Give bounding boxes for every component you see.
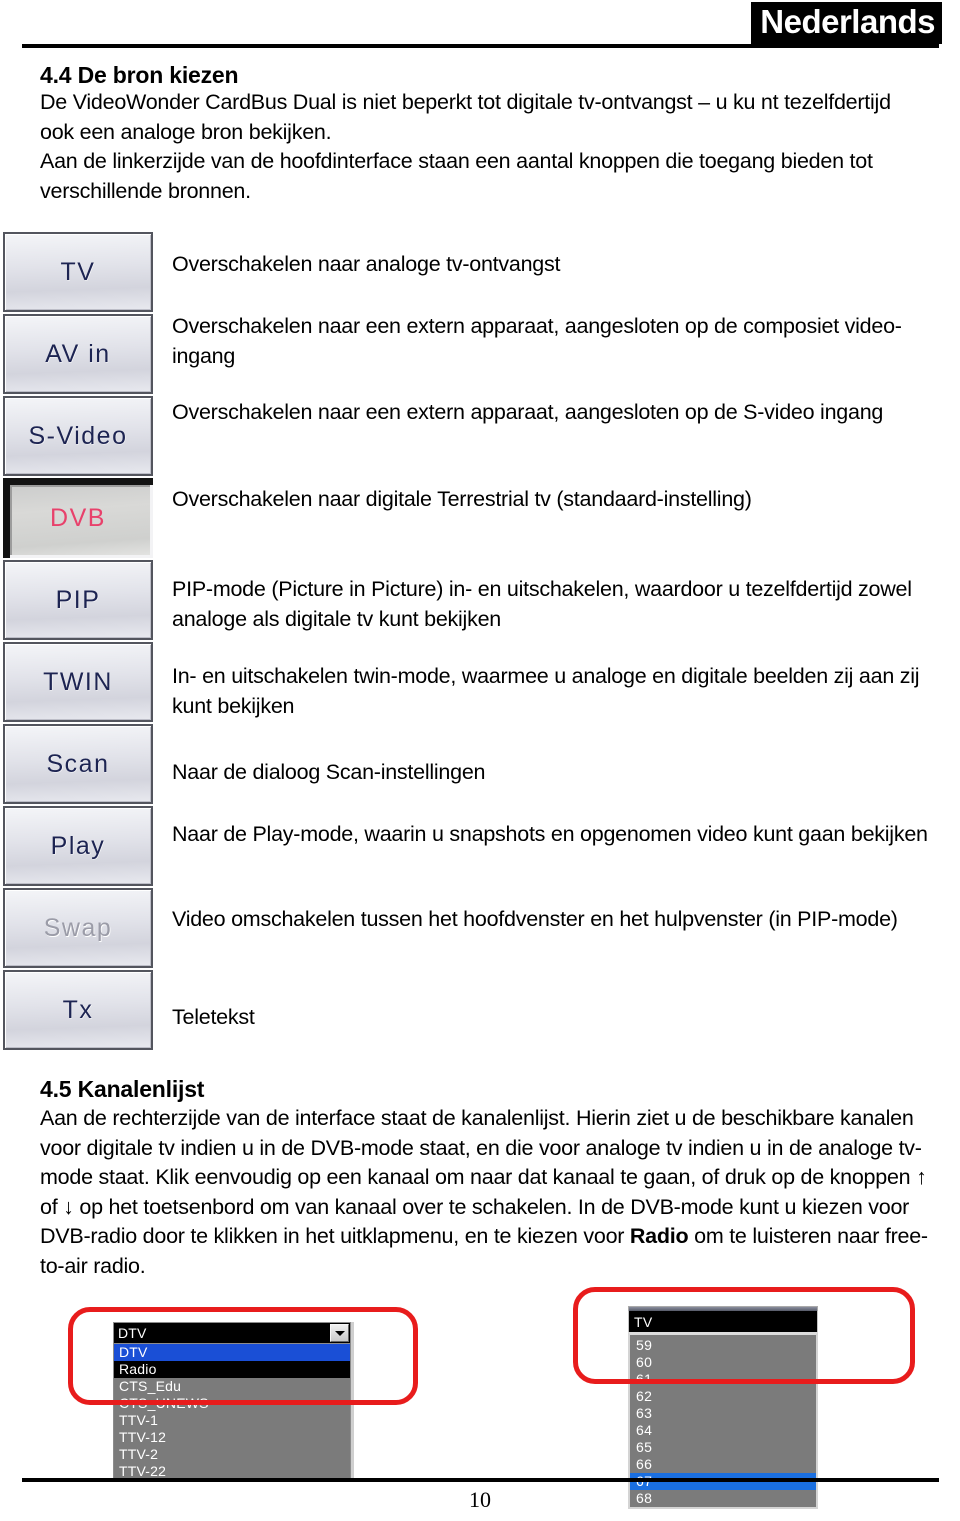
page-header: Nederlands (0, 0, 960, 56)
channel-number-list[interactable]: 59606162636465666768 (628, 1332, 818, 1509)
source-description-6: Naar de dialoog Scan-instellingen (172, 760, 486, 784)
source-description-5: In- en uitschakelen twin-mode, waarmee u… (172, 664, 920, 718)
header-divider (22, 44, 939, 48)
section-45-bold-word: Radio (629, 1224, 689, 1248)
source-button-label: PIP (55, 585, 101, 614)
source-button-tx[interactable]: Tx (3, 970, 153, 1050)
section-44-paragraph-1: De VideoWonder CardBus Dual is niet bepe… (40, 90, 891, 144)
source-button-twin[interactable]: TWIN (3, 642, 153, 722)
channel-list-item[interactable]: 60 (630, 1354, 816, 1371)
dropdown-option-list[interactable]: DTV Radio CTS_Edu CTS_UNEWS TTV-1 TTV-12 TTV-2… (113, 1344, 351, 1481)
source-description-1: Overschakelen naar een extern apparaat, … (172, 314, 902, 368)
source-button-av-in[interactable]: AV in (3, 314, 153, 394)
source-button-s-video[interactable]: S-Video (3, 396, 153, 476)
source-button-label: Scan (46, 749, 110, 778)
source-button-label: S-Video (28, 421, 128, 450)
source-description-9: Teletekst (172, 1005, 255, 1029)
source-button-label: Play (50, 831, 106, 860)
source-button-label: TWIN (43, 667, 113, 696)
section-45-heading: 4.5 Kanalenlijst (40, 1076, 205, 1102)
source-button-tv[interactable]: TV (3, 232, 153, 312)
language-tab: Nederlands (751, 2, 942, 44)
source-button-strip: TV AV in S-Video DVB PIP TWIN Scan Play Swap Tx (3, 232, 153, 1052)
channel-list-item[interactable]: 65 (630, 1439, 816, 1456)
source-description-8: Video omschakelen tussen het hoofdvenste… (172, 907, 898, 931)
dropdown-option[interactable]: Radio (114, 1361, 350, 1378)
source-button-swap: Swap (3, 888, 153, 968)
dropdown-option[interactable]: CTS_Edu (114, 1378, 350, 1395)
channel-source-dropdown-figure: DTV DTV Radio CTS_Edu CTS_UNEWS TTV-1 TTV-12 T… (113, 1322, 354, 1481)
channel-list-item[interactable]: 63 (630, 1405, 816, 1422)
section-45-body: Aan de rechterzijde van de interface sta… (40, 1104, 935, 1281)
source-button-label: TV (60, 257, 96, 286)
source-button-pip[interactable]: PIP (3, 560, 153, 640)
dropdown-option[interactable]: DTV (114, 1344, 350, 1361)
dropdown-option[interactable]: TTV-1 (114, 1412, 350, 1429)
source-description-2: Overschakelen naar een extern apparaat, … (172, 400, 884, 424)
source-button-dvb[interactable]: DVB (3, 478, 153, 558)
chevron-down-icon[interactable] (330, 1324, 349, 1342)
dropdown-option[interactable]: TTV-12 (114, 1429, 350, 1446)
channel-list-item[interactable]: 62 (630, 1388, 816, 1405)
channel-list-item[interactable]: 66 (630, 1456, 816, 1473)
dropdown-selected-value: DTV (118, 1325, 147, 1341)
dropdown-option[interactable]: CTS_UNEWS (114, 1395, 350, 1412)
dropdown-option[interactable]: TTV-2 (114, 1446, 350, 1463)
channel-list-item[interactable]: 64 (630, 1422, 816, 1439)
channel-list-header: TV (628, 1311, 818, 1332)
source-button-label: DVB (50, 503, 106, 532)
source-description-4: PIP-mode (Picture in Picture) in- en uit… (172, 577, 912, 631)
dropdown-combobox[interactable]: DTV (113, 1322, 351, 1344)
section-44-paragraph-2: Aan de linkerzijde van de hoofdinterface… (40, 149, 873, 203)
source-button-label: Swap (43, 913, 113, 942)
source-button-label: AV in (45, 339, 111, 368)
page-number: 10 (469, 1487, 491, 1512)
source-description-3: Overschakelen naar digitale Terrestrial … (172, 487, 752, 511)
section-44-body: De VideoWonder CardBus Dual is niet bepe… (40, 88, 930, 206)
source-button-scan[interactable]: Scan (3, 724, 153, 804)
section-44-heading: 4.4 De bron kiezen (40, 62, 239, 88)
channel-list-item[interactable]: 61 (630, 1371, 816, 1388)
source-description-7: Naar de Play-mode, waarin u snapshots en… (172, 822, 928, 846)
footer-divider (22, 1478, 939, 1482)
channel-list-item[interactable]: 59 (630, 1337, 816, 1354)
source-button-play[interactable]: Play (3, 806, 153, 886)
channel-list-title: TV (634, 1313, 653, 1330)
source-button-label: Tx (62, 995, 94, 1024)
source-description-0: Overschakelen naar analoge tv-ontvangst (172, 252, 561, 276)
